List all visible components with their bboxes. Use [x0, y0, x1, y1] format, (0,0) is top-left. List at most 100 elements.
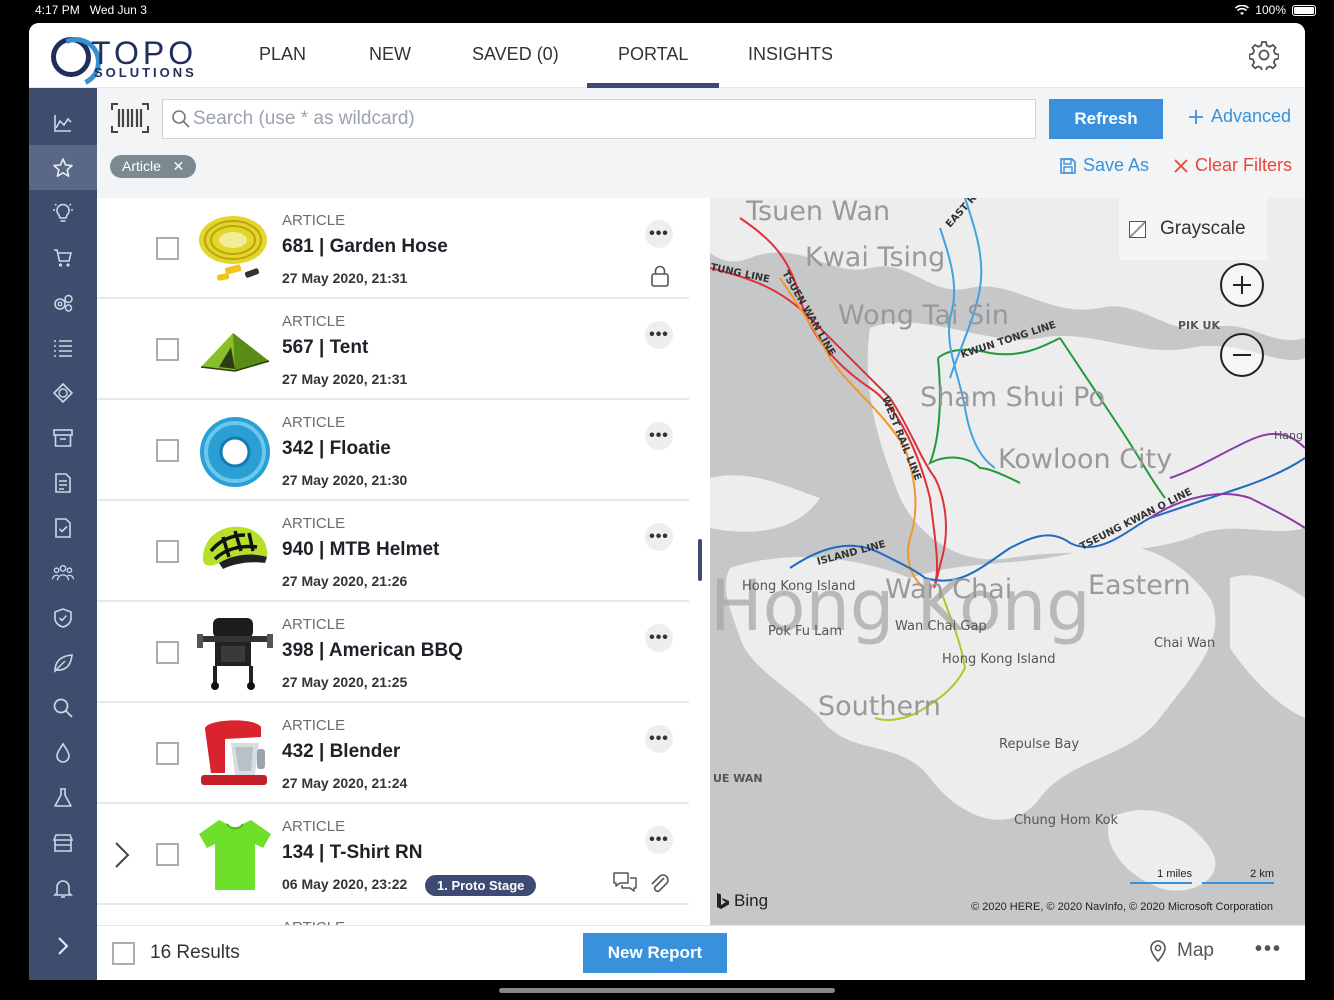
row-checkbox[interactable]	[156, 641, 179, 664]
clear-filters-button[interactable]: Clear Filters	[1173, 155, 1292, 176]
row-checkbox[interactable]	[156, 742, 179, 765]
expand-sidebar-chevron-icon[interactable]	[53, 935, 73, 957]
row-checkbox[interactable]	[156, 237, 179, 260]
zoom-out-button[interactable]	[1220, 333, 1264, 377]
map-label-sham-shui-po: Sham Shui Po	[920, 382, 1105, 413]
chevron-right-icon[interactable]	[113, 840, 131, 870]
list-item[interactable]: ARTICLE	[97, 905, 689, 925]
star-icon[interactable]	[29, 145, 97, 190]
shape-icon[interactable]	[29, 370, 97, 415]
drop-icon[interactable]	[29, 730, 97, 775]
grayscale-checkbox[interactable]	[1129, 220, 1146, 238]
filter-chip-article[interactable]: Article ✕	[110, 155, 197, 178]
bing-logo: Bing	[716, 891, 768, 911]
flask-icon[interactable]	[29, 775, 97, 820]
settings-gear-icon[interactable]	[1249, 40, 1279, 70]
logo-ring-icon	[51, 37, 91, 77]
item-title[interactable]: 432 | Blender	[282, 741, 400, 763]
item-title[interactable]: 342 | Floatie	[282, 438, 391, 460]
battery-icon	[1292, 4, 1316, 16]
list-item[interactable]: ARTICLE 134 | T-Shirt RN 06 May 2020, 23…	[97, 804, 689, 905]
chip-close-icon[interactable]: ✕	[165, 158, 185, 174]
nav-insights[interactable]: INSIGHTS	[748, 23, 833, 88]
mtb-helmet-image	[203, 526, 268, 569]
map-toggle-button[interactable]: Map	[1149, 940, 1214, 962]
item-title[interactable]: 567 | Tent	[282, 337, 368, 359]
item-title[interactable]: 398 | American BBQ	[282, 640, 463, 662]
archive-icon[interactable]	[29, 415, 97, 460]
more-options-button[interactable]: •••	[645, 826, 673, 854]
item-title[interactable]: 940 | MTB Helmet	[282, 539, 439, 561]
grayscale-toggle[interactable]: Grayscale	[1119, 198, 1267, 260]
row-checkbox[interactable]	[156, 439, 179, 462]
chart-icon[interactable]	[29, 100, 97, 145]
item-date: 27 May 2020, 21:31	[282, 371, 408, 387]
search-icon	[172, 110, 190, 128]
map-label-chung-hom-kok: Chung Hom Kok	[1014, 813, 1119, 828]
list-item[interactable]: ARTICLE 940 | MTB Helmet 27 May 2020, 21…	[97, 501, 689, 602]
list-item[interactable]: ARTICLE 432 | Blender 27 May 2020, 21:24…	[97, 703, 689, 804]
more-options-button[interactable]: •••	[645, 725, 673, 753]
scale-miles: 1 miles	[1130, 868, 1192, 884]
advanced-search-link[interactable]: Advanced	[1187, 106, 1291, 127]
more-options-button[interactable]: •••	[645, 624, 673, 652]
barcode-scan-icon[interactable]	[110, 102, 150, 134]
cart-icon[interactable]	[29, 235, 97, 280]
attachment-paperclip-icon[interactable]	[648, 871, 670, 895]
more-options-button[interactable]: •••	[645, 523, 673, 551]
save-as-button[interactable]: Save As	[1059, 155, 1149, 176]
search-input[interactable]: Search (use * as wildcard)	[162, 99, 1036, 139]
document-check-icon[interactable]	[29, 505, 97, 550]
item-date: 27 May 2020, 21:30	[282, 472, 408, 488]
gears-icon[interactable]	[29, 280, 97, 325]
top-nav: TOPO SOLUTIONS PLAN NEW SAVED (0) PORTAL…	[29, 23, 1305, 88]
item-date: 27 May 2020, 21:24	[282, 775, 408, 791]
list-icon[interactable]	[29, 325, 97, 370]
nav-saved[interactable]: SAVED (0)	[472, 23, 559, 88]
map-canvas[interactable]: Tsuen Wan Kwai Tsing Wong Tai Sin Sham S…	[710, 198, 1305, 925]
item-title[interactable]: 134 | T-Shirt RN	[282, 842, 422, 864]
new-report-button[interactable]: New Report	[583, 933, 727, 973]
more-options-button[interactable]: •••	[645, 422, 673, 450]
item-date: 27 May 2020, 21:25	[282, 674, 408, 690]
nav-new[interactable]: NEW	[369, 23, 411, 88]
list-item[interactable]: ARTICLE 567 | Tent 27 May 2020, 21:31 ••…	[97, 299, 689, 400]
more-options-button[interactable]: •••	[645, 321, 673, 349]
tshirt-image	[199, 820, 271, 890]
search-icon[interactable]	[29, 685, 97, 730]
app-window: TOPO SOLUTIONS PLAN NEW SAVED (0) PORTAL…	[29, 23, 1305, 980]
map-label-hk-island-west: Hong Kong Island	[742, 579, 855, 594]
bing-b-icon	[717, 893, 729, 909]
bell-icon[interactable]	[29, 865, 97, 910]
list-item[interactable]: ARTICLE 398 | American BBQ 27 May 2020, …	[97, 602, 689, 703]
logo[interactable]: TOPO SOLUTIONS	[51, 35, 206, 80]
nav-portal[interactable]: PORTAL	[586, 23, 720, 88]
map-view[interactable]: Tsuen Wan Kwai Tsing Wong Tai Sin Sham S…	[710, 198, 1305, 925]
nav-plan[interactable]: PLAN	[259, 23, 306, 88]
select-all-checkbox[interactable]	[112, 942, 135, 965]
zoom-in-button[interactable]	[1220, 263, 1264, 307]
document-icon[interactable]	[29, 460, 97, 505]
row-checkbox[interactable]	[156, 338, 179, 361]
item-type: ARTICLE	[282, 414, 346, 431]
leaf-icon[interactable]	[29, 640, 97, 685]
list-item[interactable]: ARTICLE 681 | Garden Hose 27 May 2020, 2…	[97, 198, 689, 299]
comments-icon[interactable]	[612, 871, 638, 895]
item-title[interactable]: 681 | Garden Hose	[282, 236, 448, 258]
store-icon[interactable]	[29, 820, 97, 865]
row-checkbox[interactable]	[156, 843, 179, 866]
more-options-button[interactable]: •••	[645, 220, 673, 248]
lightbulb-icon[interactable]	[29, 190, 97, 235]
footer-more-button[interactable]: •••	[1255, 938, 1282, 961]
split-pane-handle[interactable]	[698, 539, 702, 581]
map-label-pok-fu-lam: Pok Fu Lam	[768, 624, 842, 639]
item-type: ARTICLE	[282, 818, 346, 835]
home-indicator[interactable]	[499, 988, 835, 993]
people-icon[interactable]	[29, 550, 97, 595]
map-label-eastern: Eastern	[1088, 570, 1191, 601]
refresh-button[interactable]: Refresh	[1049, 99, 1163, 139]
shield-check-icon[interactable]	[29, 595, 97, 640]
row-checkbox[interactable]	[156, 540, 179, 563]
list-item[interactable]: ARTICLE 342 | Floatie 27 May 2020, 21:30…	[97, 400, 689, 501]
map-label-wong-tai-sin: Wong Tai Sin	[838, 300, 1009, 331]
